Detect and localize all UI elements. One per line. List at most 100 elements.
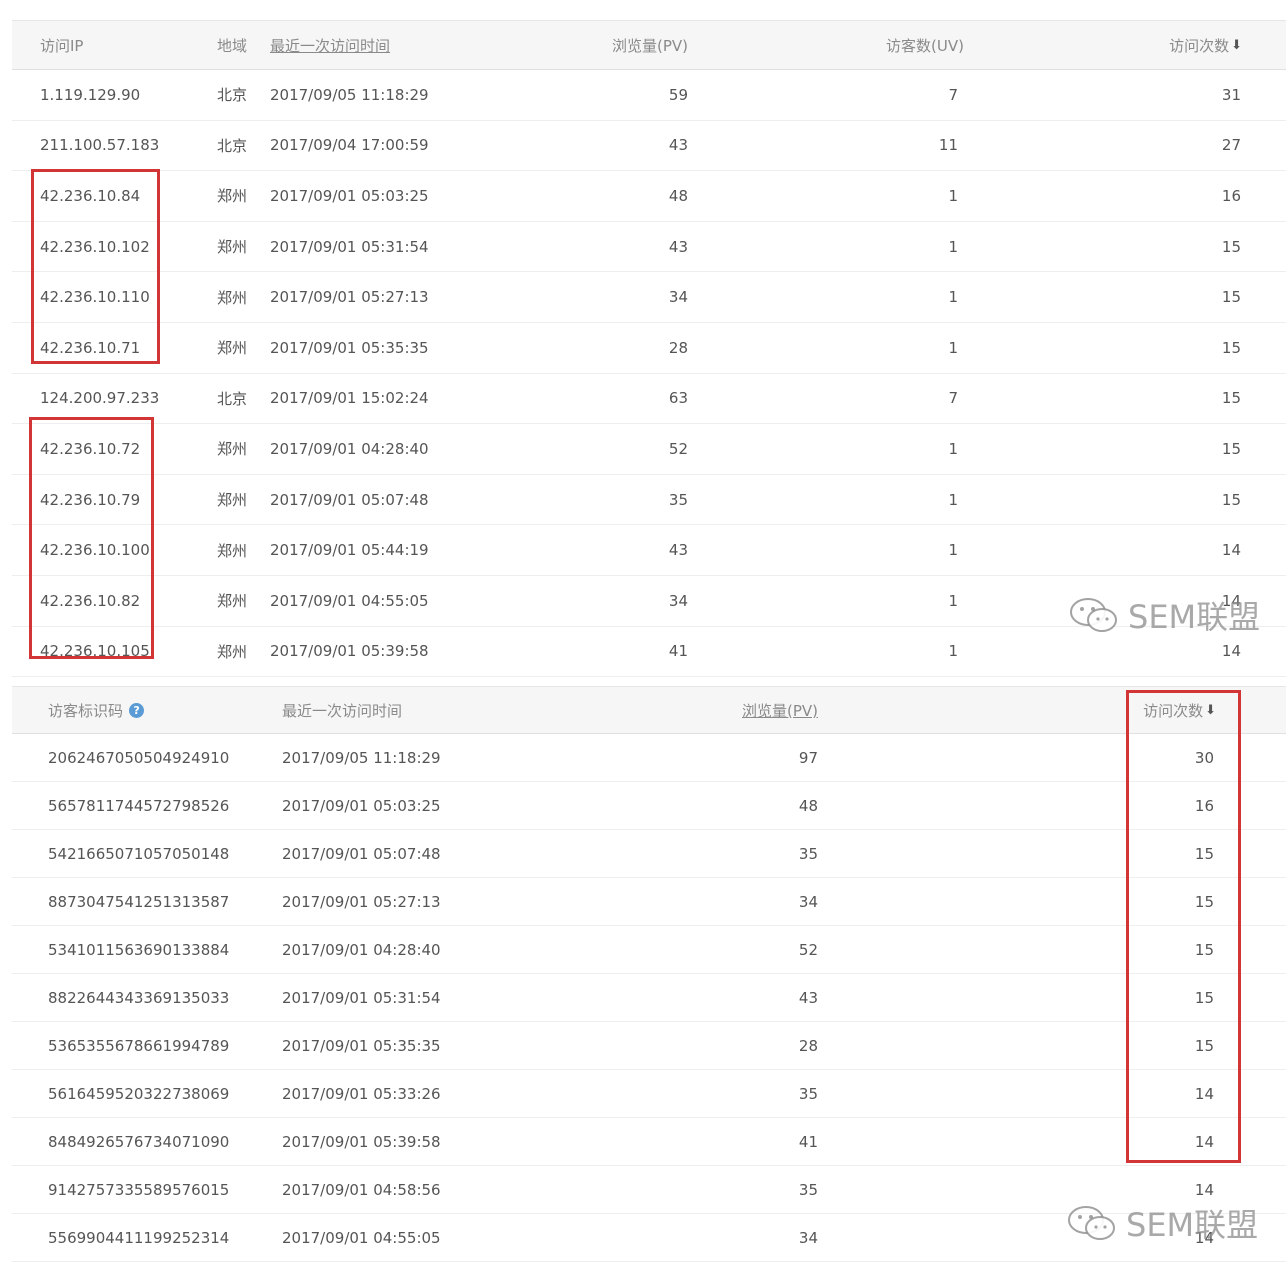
watermark-text: SEM联盟 xyxy=(1128,598,1261,636)
header-visitor-id[interactable]: 访客标识码 ? xyxy=(48,687,145,733)
cell-visits: 15 xyxy=(1221,490,1241,509)
cell-ip: 42.236.10.71 xyxy=(40,338,141,357)
cell-visits: 15 xyxy=(1194,844,1214,863)
table-row[interactable]: 1.119.129.90 北京 2017/09/05 11:18:29 59 7 31 xyxy=(12,70,1286,121)
cell-uv: 1 xyxy=(948,591,958,610)
cell-region: 北京 xyxy=(217,136,248,155)
cell-uv: 1 xyxy=(948,186,958,205)
help-icon[interactable]: ? xyxy=(129,702,145,718)
cell-pv: 35 xyxy=(798,1180,818,1199)
cell-pv: 43 xyxy=(668,541,688,560)
header-region[interactable]: 地域 xyxy=(217,21,247,69)
cell-pv: 34 xyxy=(798,1228,818,1247)
cell-pv: 43 xyxy=(668,136,688,155)
sort-desc-icon[interactable]: ⬇ xyxy=(1205,703,1216,718)
table-row[interactable]: 42.236.10.102 郑州 2017/09/01 05:31:54 43 1 15 xyxy=(12,222,1286,273)
header-last-visit[interactable]: 最近一次访问时间 xyxy=(270,21,390,69)
cell-visits: 15 xyxy=(1221,237,1241,256)
ip-table-body: 1.119.129.90 北京 2017/09/05 11:18:29 59 7 31 21… xyxy=(12,70,1286,678)
cell-pv: 48 xyxy=(668,186,688,205)
cell-pv: 35 xyxy=(798,1084,818,1103)
cell-last-visit: 2017/09/01 15:02:24 xyxy=(270,389,429,408)
cell-last-visit: 2017/09/01 05:39:58 xyxy=(270,642,429,661)
table-row[interactable]: 5365355678661994789 2017/09/01 05:35:35 28… xyxy=(12,1022,1286,1070)
table-row[interactable]: 8822644343369135033 2017/09/01 05:31:54 43… xyxy=(12,974,1286,1022)
cell-visitor-id: 5616459520322738069 xyxy=(48,1084,230,1103)
table-row[interactable]: 42.236.10.110 郑州 2017/09/01 05:27:13 34 1 15 xyxy=(12,272,1286,323)
cell-visitor-id: 5421665071057050148 xyxy=(48,844,230,863)
cell-uv: 1 xyxy=(948,439,958,458)
cell-uv: 11 xyxy=(938,136,958,155)
cell-pv: 41 xyxy=(798,1132,818,1151)
table-row[interactable]: 5657811744572798526 2017/09/01 05:03:25 48… xyxy=(12,782,1286,830)
cell-region: 郑州 xyxy=(217,491,248,510)
table-row[interactable]: 8873047541251313587 2017/09/01 05:27:13 34… xyxy=(12,878,1286,926)
header-uv[interactable]: 访客数(UV) xyxy=(886,21,964,69)
cell-ip: 42.236.10.105 xyxy=(40,642,150,661)
ip-visit-table: 访问IP 地域 最近一次访问时间 浏览量(PV) 访客数(UV) 访问次数 ⬇ … xyxy=(12,20,1286,678)
table-row[interactable]: 5421665071057050148 2017/09/01 05:07:48 35… xyxy=(12,830,1286,878)
cell-last-visit: 2017/09/01 05:27:13 xyxy=(270,288,429,307)
header-pv[interactable]: 浏览量(PV) xyxy=(612,21,688,69)
table-row[interactable]: 42.236.10.79 郑州 2017/09/01 05:07:48 35 1 15 xyxy=(12,475,1286,526)
cell-uv: 1 xyxy=(948,338,958,357)
table-row[interactable]: 2062467050504924910 2017/09/05 11:18:29 97… xyxy=(12,734,1286,782)
cell-pv: 41 xyxy=(668,642,688,661)
cell-ip: 42.236.10.102 xyxy=(40,237,150,256)
header-ip[interactable]: 访问IP xyxy=(40,21,83,69)
cell-pv: 59 xyxy=(668,85,688,104)
table-row[interactable]: 124.200.97.233 北京 2017/09/01 15:02:24 63 7 15 xyxy=(12,374,1286,425)
cell-visitor-id: 8822644343369135033 xyxy=(48,988,230,1007)
cell-region: 郑州 xyxy=(217,440,248,459)
header-visits-2-label: 访问次数 xyxy=(1143,701,1204,720)
cell-visits: 30 xyxy=(1194,748,1214,767)
cell-last-visit: 2017/09/04 17:00:59 xyxy=(270,136,429,155)
table-row[interactable]: 8484926576734071090 2017/09/01 05:39:58 41… xyxy=(12,1118,1286,1166)
cell-visits: 14 xyxy=(1221,541,1241,560)
cell-visitor-id: 5569904411199252314 xyxy=(48,1228,230,1247)
table-row[interactable]: 42.236.10.71 郑州 2017/09/01 05:35:35 28 1 15 xyxy=(12,323,1286,374)
sort-desc-icon[interactable]: ⬇ xyxy=(1231,38,1242,53)
cell-last-visit: 2017/09/01 05:35:35 xyxy=(282,1036,441,1055)
header-last-visit-2[interactable]: 最近一次访问时间 xyxy=(282,687,402,733)
cell-region: 郑州 xyxy=(217,288,248,307)
table-row[interactable]: 5341011563690133884 2017/09/01 04:28:40 52… xyxy=(12,926,1286,974)
visitor-table-header: 访客标识码 ? 最近一次访问时间 浏览量(PV) 访问次数 ⬇ xyxy=(12,686,1286,734)
cell-pv: 48 xyxy=(798,796,818,815)
table-row[interactable]: 211.100.57.183 北京 2017/09/04 17:00:59 43 11 2… xyxy=(12,121,1286,172)
cell-pv: 63 xyxy=(668,389,688,408)
cell-visits: 14 xyxy=(1194,1084,1214,1103)
table-row[interactable]: 5616459520322738069 2017/09/01 05:33:26 35… xyxy=(12,1070,1286,1118)
wechat-icon xyxy=(1070,598,1117,632)
cell-ip: 42.236.10.84 xyxy=(40,186,141,205)
visitor-table-body: 2062467050504924910 2017/09/05 11:18:29 97… xyxy=(12,734,1286,1262)
cell-region: 郑州 xyxy=(217,339,248,358)
cell-last-visit: 2017/09/01 05:31:54 xyxy=(282,988,441,1007)
watermark-text: SEM联盟 xyxy=(1126,1206,1259,1244)
table-row[interactable]: 42.236.10.100 郑州 2017/09/01 05:44:19 43 1 14 xyxy=(12,525,1286,576)
cell-ip: 211.100.57.183 xyxy=(40,136,160,155)
cell-last-visit: 2017/09/01 05:03:25 xyxy=(270,186,429,205)
table-row[interactable]: 42.236.10.84 郑州 2017/09/01 05:03:25 48 1 16 xyxy=(12,171,1286,222)
cell-ip: 42.236.10.82 xyxy=(40,591,141,610)
cell-last-visit: 2017/09/01 04:28:40 xyxy=(282,940,441,959)
cell-pv: 97 xyxy=(798,748,818,767)
cell-visits: 15 xyxy=(1221,389,1241,408)
cell-visits: 31 xyxy=(1221,85,1241,104)
header-pv-2[interactable]: 浏览量(PV) xyxy=(742,687,818,733)
cell-visits: 15 xyxy=(1221,338,1241,357)
cell-uv: 1 xyxy=(948,541,958,560)
cell-ip: 42.236.10.72 xyxy=(40,439,141,458)
watermark: SEM联盟 xyxy=(1066,1200,1258,1246)
cell-pv: 34 xyxy=(668,591,688,610)
header-visits-2[interactable]: 访问次数 ⬇ xyxy=(1143,687,1216,733)
table-row[interactable]: 42.236.10.72 郑州 2017/09/01 04:28:40 52 1 15 xyxy=(12,424,1286,475)
cell-visitor-id: 8873047541251313587 xyxy=(48,892,230,911)
cell-pv: 43 xyxy=(668,237,688,256)
header-visits[interactable]: 访问次数 ⬇ xyxy=(1169,21,1242,69)
cell-region: 郑州 xyxy=(217,187,248,206)
cell-ip: 124.200.97.233 xyxy=(40,389,160,408)
header-visitor-id-label: 访客标识码 xyxy=(48,701,124,720)
cell-visits: 16 xyxy=(1221,186,1241,205)
watermark: SEM联盟 xyxy=(1068,592,1260,638)
